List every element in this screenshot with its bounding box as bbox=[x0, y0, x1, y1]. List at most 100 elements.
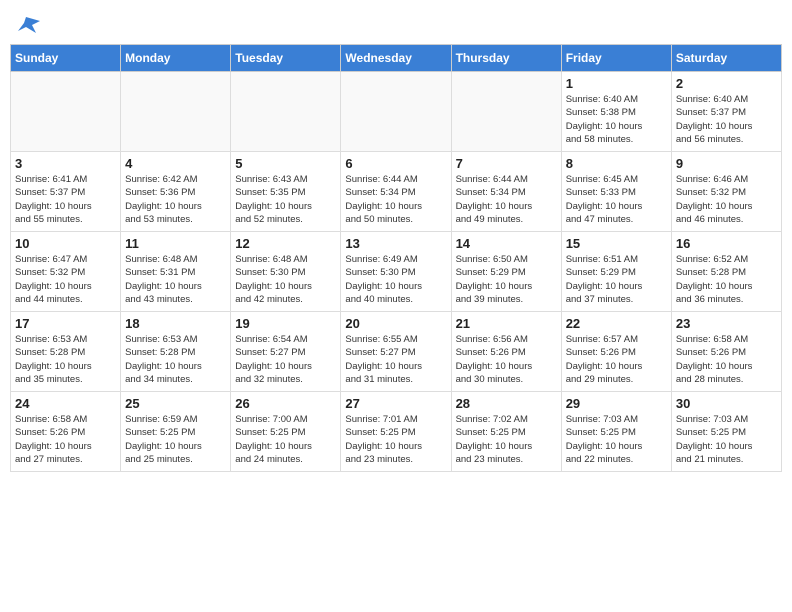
day-info: Sunrise: 6:44 AM Sunset: 5:34 PM Dayligh… bbox=[456, 173, 557, 226]
day-info: Sunrise: 7:02 AM Sunset: 5:25 PM Dayligh… bbox=[456, 413, 557, 466]
calendar-cell: 19 Sunrise: 6:54 AM Sunset: 5:27 PM Dayli… bbox=[231, 312, 341, 392]
day-number: 29 bbox=[566, 396, 667, 411]
calendar-cell: 8 Sunrise: 6:45 AM Sunset: 5:33 PM Daylig… bbox=[561, 152, 671, 232]
calendar-cell: 5Sunrise: 6:43 AM Sunset: 5:35 PM Daylig… bbox=[231, 152, 341, 232]
day-info: Sunrise: 7:01 AM Sunset: 5:25 PM Dayligh… bbox=[345, 413, 446, 466]
day-number: 24 bbox=[15, 396, 116, 411]
day-info: Sunrise: 6:49 AM Sunset: 5:30 PM Dayligh… bbox=[345, 253, 446, 306]
calendar-cell: 28 Sunrise: 7:02 AM Sunset: 5:25 PM Dayli… bbox=[451, 392, 561, 472]
logo bbox=[15, 15, 40, 29]
calendar-cell: 7 Sunrise: 6:44 AM Sunset: 5:34 PM Daylig… bbox=[451, 152, 561, 232]
calendar-cell: 25 Sunrise: 6:59 AM Sunset: 5:25 PM Dayli… bbox=[121, 392, 231, 472]
day-info: Sunrise: 6:41 AM Sunset: 5:37 PM Dayligh… bbox=[15, 173, 116, 226]
weekday-header-wednesday: Wednesday bbox=[341, 45, 451, 72]
calendar-header-row: SundayMondayTuesdayWednesdayThursdayFrid… bbox=[11, 45, 782, 72]
day-number: 2 bbox=[676, 76, 777, 91]
calendar-cell bbox=[231, 72, 341, 152]
day-info: Sunrise: 6:56 AM Sunset: 5:26 PM Dayligh… bbox=[456, 333, 557, 386]
calendar-cell: 11Sunrise: 6:48 AM Sunset: 5:31 PM Dayli… bbox=[121, 232, 231, 312]
day-number: 20 bbox=[345, 316, 446, 331]
calendar-week-3: 10Sunrise: 6:47 AM Sunset: 5:32 PM Dayli… bbox=[11, 232, 782, 312]
day-number: 1 bbox=[566, 76, 667, 91]
weekday-header-tuesday: Tuesday bbox=[231, 45, 341, 72]
weekday-header-sunday: Sunday bbox=[11, 45, 121, 72]
calendar-week-2: 3 Sunrise: 6:41 AM Sunset: 5:37 PM Daylig… bbox=[11, 152, 782, 232]
day-number: 23 bbox=[676, 316, 777, 331]
day-number: 25 bbox=[125, 396, 226, 411]
calendar-cell: 6 Sunrise: 6:44 AM Sunset: 5:34 PM Daylig… bbox=[341, 152, 451, 232]
day-number: 15 bbox=[566, 236, 667, 251]
day-number: 18 bbox=[125, 316, 226, 331]
calendar-cell: 2 Sunrise: 6:40 AM Sunset: 5:37 PM Daylig… bbox=[671, 72, 781, 152]
calendar-cell: 13 Sunrise: 6:49 AM Sunset: 5:30 PM Dayli… bbox=[341, 232, 451, 312]
calendar-cell: 18Sunrise: 6:53 AM Sunset: 5:28 PM Dayli… bbox=[121, 312, 231, 392]
day-number: 13 bbox=[345, 236, 446, 251]
day-number: 27 bbox=[345, 396, 446, 411]
calendar-cell: 23 Sunrise: 6:58 AM Sunset: 5:26 PM Dayli… bbox=[671, 312, 781, 392]
calendar-cell: 29 Sunrise: 7:03 AM Sunset: 5:25 PM Dayli… bbox=[561, 392, 671, 472]
day-info: Sunrise: 6:54 AM Sunset: 5:27 PM Dayligh… bbox=[235, 333, 336, 386]
day-number: 16 bbox=[676, 236, 777, 251]
calendar-cell bbox=[121, 72, 231, 152]
weekday-header-saturday: Saturday bbox=[671, 45, 781, 72]
calendar-table: SundayMondayTuesdayWednesdayThursdayFrid… bbox=[10, 44, 782, 472]
day-info: Sunrise: 6:58 AM Sunset: 5:26 PM Dayligh… bbox=[676, 333, 777, 386]
calendar-cell: 4Sunrise: 6:42 AM Sunset: 5:36 PM Daylig… bbox=[121, 152, 231, 232]
weekday-header-friday: Friday bbox=[561, 45, 671, 72]
calendar-cell: 26Sunrise: 7:00 AM Sunset: 5:25 PM Dayli… bbox=[231, 392, 341, 472]
calendar-cell bbox=[451, 72, 561, 152]
calendar-cell: 3 Sunrise: 6:41 AM Sunset: 5:37 PM Daylig… bbox=[11, 152, 121, 232]
day-info: Sunrise: 6:44 AM Sunset: 5:34 PM Dayligh… bbox=[345, 173, 446, 226]
day-info: Sunrise: 6:43 AM Sunset: 5:35 PM Dayligh… bbox=[235, 173, 336, 226]
day-number: 28 bbox=[456, 396, 557, 411]
day-info: Sunrise: 6:57 AM Sunset: 5:26 PM Dayligh… bbox=[566, 333, 667, 386]
day-info: Sunrise: 6:58 AM Sunset: 5:26 PM Dayligh… bbox=[15, 413, 116, 466]
calendar-cell: 14Sunrise: 6:50 AM Sunset: 5:29 PM Dayli… bbox=[451, 232, 561, 312]
day-info: Sunrise: 6:52 AM Sunset: 5:28 PM Dayligh… bbox=[676, 253, 777, 306]
calendar-week-4: 17 Sunrise: 6:53 AM Sunset: 5:28 PM Dayli… bbox=[11, 312, 782, 392]
calendar-cell: 1 Sunrise: 6:40 AM Sunset: 5:38 PM Daylig… bbox=[561, 72, 671, 152]
day-number: 12 bbox=[235, 236, 336, 251]
day-info: Sunrise: 6:40 AM Sunset: 5:37 PM Dayligh… bbox=[676, 93, 777, 146]
day-number: 7 bbox=[456, 156, 557, 171]
day-number: 30 bbox=[676, 396, 777, 411]
day-number: 4 bbox=[125, 156, 226, 171]
calendar-week-1: 1 Sunrise: 6:40 AM Sunset: 5:38 PM Daylig… bbox=[11, 72, 782, 152]
calendar-cell: 16 Sunrise: 6:52 AM Sunset: 5:28 PM Dayli… bbox=[671, 232, 781, 312]
page-header bbox=[10, 10, 782, 34]
day-info: Sunrise: 6:50 AM Sunset: 5:29 PM Dayligh… bbox=[456, 253, 557, 306]
calendar-cell: 24 Sunrise: 6:58 AM Sunset: 5:26 PM Dayli… bbox=[11, 392, 121, 472]
day-info: Sunrise: 6:51 AM Sunset: 5:29 PM Dayligh… bbox=[566, 253, 667, 306]
day-info: Sunrise: 6:48 AM Sunset: 5:30 PM Dayligh… bbox=[235, 253, 336, 306]
day-info: Sunrise: 6:48 AM Sunset: 5:31 PM Dayligh… bbox=[125, 253, 226, 306]
day-number: 21 bbox=[456, 316, 557, 331]
day-info: Sunrise: 6:47 AM Sunset: 5:32 PM Dayligh… bbox=[15, 253, 116, 306]
day-info: Sunrise: 6:55 AM Sunset: 5:27 PM Dayligh… bbox=[345, 333, 446, 386]
calendar-cell: 27 Sunrise: 7:01 AM Sunset: 5:25 PM Dayli… bbox=[341, 392, 451, 472]
day-info: Sunrise: 7:03 AM Sunset: 5:25 PM Dayligh… bbox=[676, 413, 777, 466]
logo-bird-icon bbox=[18, 15, 40, 33]
calendar-week-5: 24 Sunrise: 6:58 AM Sunset: 5:26 PM Dayli… bbox=[11, 392, 782, 472]
day-number: 17 bbox=[15, 316, 116, 331]
day-number: 22 bbox=[566, 316, 667, 331]
calendar-cell: 20 Sunrise: 6:55 AM Sunset: 5:27 PM Dayli… bbox=[341, 312, 451, 392]
calendar-cell: 10Sunrise: 6:47 AM Sunset: 5:32 PM Dayli… bbox=[11, 232, 121, 312]
weekday-header-thursday: Thursday bbox=[451, 45, 561, 72]
day-info: Sunrise: 6:53 AM Sunset: 5:28 PM Dayligh… bbox=[15, 333, 116, 386]
calendar-cell: 30 Sunrise: 7:03 AM Sunset: 5:25 PM Dayli… bbox=[671, 392, 781, 472]
day-number: 9 bbox=[676, 156, 777, 171]
calendar-cell: 17 Sunrise: 6:53 AM Sunset: 5:28 PM Dayli… bbox=[11, 312, 121, 392]
day-number: 6 bbox=[345, 156, 446, 171]
calendar-cell: 9 Sunrise: 6:46 AM Sunset: 5:32 PM Daylig… bbox=[671, 152, 781, 232]
day-number: 3 bbox=[15, 156, 116, 171]
calendar-cell bbox=[341, 72, 451, 152]
day-info: Sunrise: 6:45 AM Sunset: 5:33 PM Dayligh… bbox=[566, 173, 667, 226]
day-number: 19 bbox=[235, 316, 336, 331]
day-info: Sunrise: 7:00 AM Sunset: 5:25 PM Dayligh… bbox=[235, 413, 336, 466]
day-info: Sunrise: 6:46 AM Sunset: 5:32 PM Dayligh… bbox=[676, 173, 777, 226]
calendar-cell: 21 Sunrise: 6:56 AM Sunset: 5:26 PM Dayli… bbox=[451, 312, 561, 392]
day-info: Sunrise: 6:59 AM Sunset: 5:25 PM Dayligh… bbox=[125, 413, 226, 466]
day-number: 8 bbox=[566, 156, 667, 171]
day-info: Sunrise: 7:03 AM Sunset: 5:25 PM Dayligh… bbox=[566, 413, 667, 466]
day-info: Sunrise: 6:40 AM Sunset: 5:38 PM Dayligh… bbox=[566, 93, 667, 146]
